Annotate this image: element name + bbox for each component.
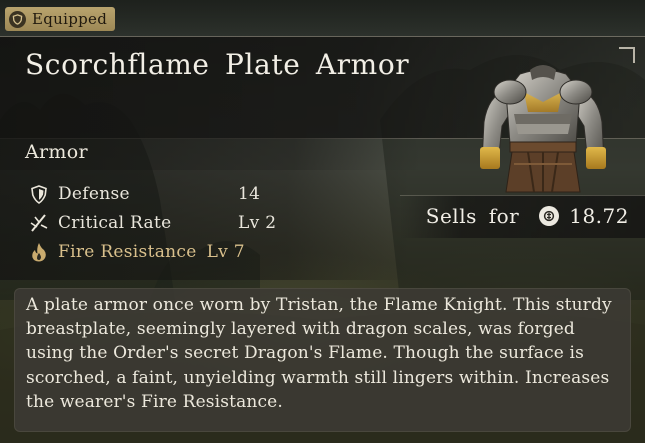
sell-price: Sells for 18.72	[426, 201, 629, 231]
shield-icon	[28, 183, 50, 205]
stat-value: Lv 7	[206, 242, 245, 262]
item-description: A plate armor once worn by Tristan, the …	[26, 295, 612, 412]
stat-value: Lv 2	[238, 213, 277, 233]
slash-icon	[28, 212, 50, 234]
coin-icon	[539, 206, 560, 226]
item-name: Scorchflame Plate Armor	[25, 48, 410, 81]
flame-icon	[28, 241, 50, 263]
stat-label: Fire Resistance	[58, 242, 197, 262]
stat-row-fire-resistance: Fire Resistance Lv 7	[28, 239, 245, 265]
sells-label: Sells for	[425, 204, 520, 228]
stat-label: Defense	[58, 184, 130, 204]
shield-badge-icon	[9, 10, 26, 28]
stat-row-critical-rate: Critical Rate Lv 2	[28, 210, 276, 236]
equipped-label: Equipped	[32, 10, 108, 28]
stat-row-defense: Defense 14	[28, 181, 260, 207]
stat-value: 14	[238, 184, 261, 204]
item-type: Armor	[25, 141, 88, 163]
corner-bracket	[619, 47, 635, 63]
price-value: 18.72	[569, 204, 629, 228]
equipped-tag: Equipped	[5, 7, 116, 31]
stat-label: Critical Rate	[58, 213, 172, 233]
plate-armor-icon	[480, 65, 606, 193]
